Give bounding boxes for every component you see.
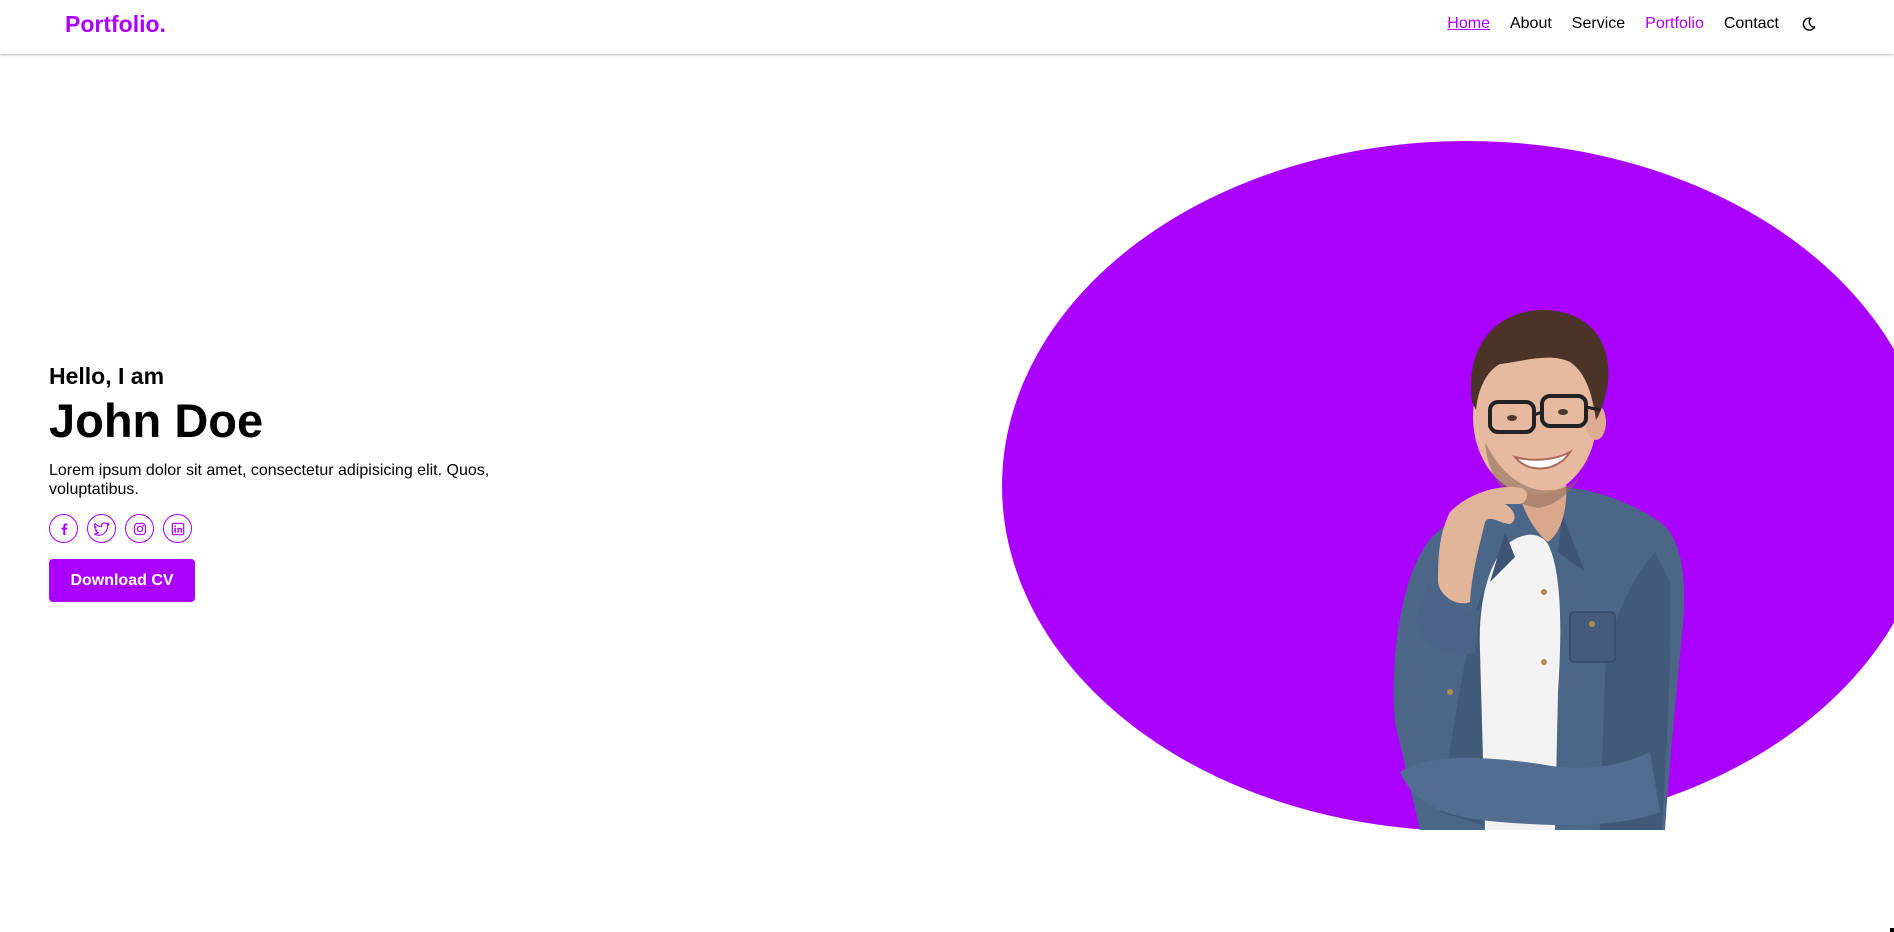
portrait-image <box>1393 309 1685 830</box>
download-cv-button[interactable]: Download CV <box>49 559 195 602</box>
instagram-icon[interactable] <box>125 514 154 543</box>
navbar: Portfolio. Home About Service Portfolio … <box>0 0 1894 54</box>
hero-intro: Hello, I am John Doe Lorem ipsum dolor s… <box>49 361 569 602</box>
nav-link-about[interactable]: About <box>1510 15 1552 33</box>
moon-icon[interactable] <box>1799 14 1819 34</box>
corner-mark <box>1890 928 1894 932</box>
linkedin-icon[interactable] <box>163 514 192 543</box>
nav-links: Home About Service Portfolio Contact <box>1427 0 1894 48</box>
nav-link-portfolio[interactable]: Portfolio <box>1645 15 1704 33</box>
nav-link-contact[interactable]: Contact <box>1724 15 1779 33</box>
nav-link-home[interactable]: Home <box>1447 15 1490 33</box>
logo[interactable]: Portfolio. <box>65 11 166 38</box>
hero-image-area <box>1000 140 1894 830</box>
hero-name: John Doe <box>49 394 264 447</box>
greeting-text: Hello, I am <box>49 363 165 389</box>
twitter-icon[interactable] <box>87 514 116 543</box>
social-links <box>49 514 569 543</box>
hero-description: Lorem ipsum dolor sit amet, consectetur … <box>49 462 490 498</box>
facebook-icon[interactable] <box>49 514 78 543</box>
nav-link-service[interactable]: Service <box>1572 15 1625 33</box>
